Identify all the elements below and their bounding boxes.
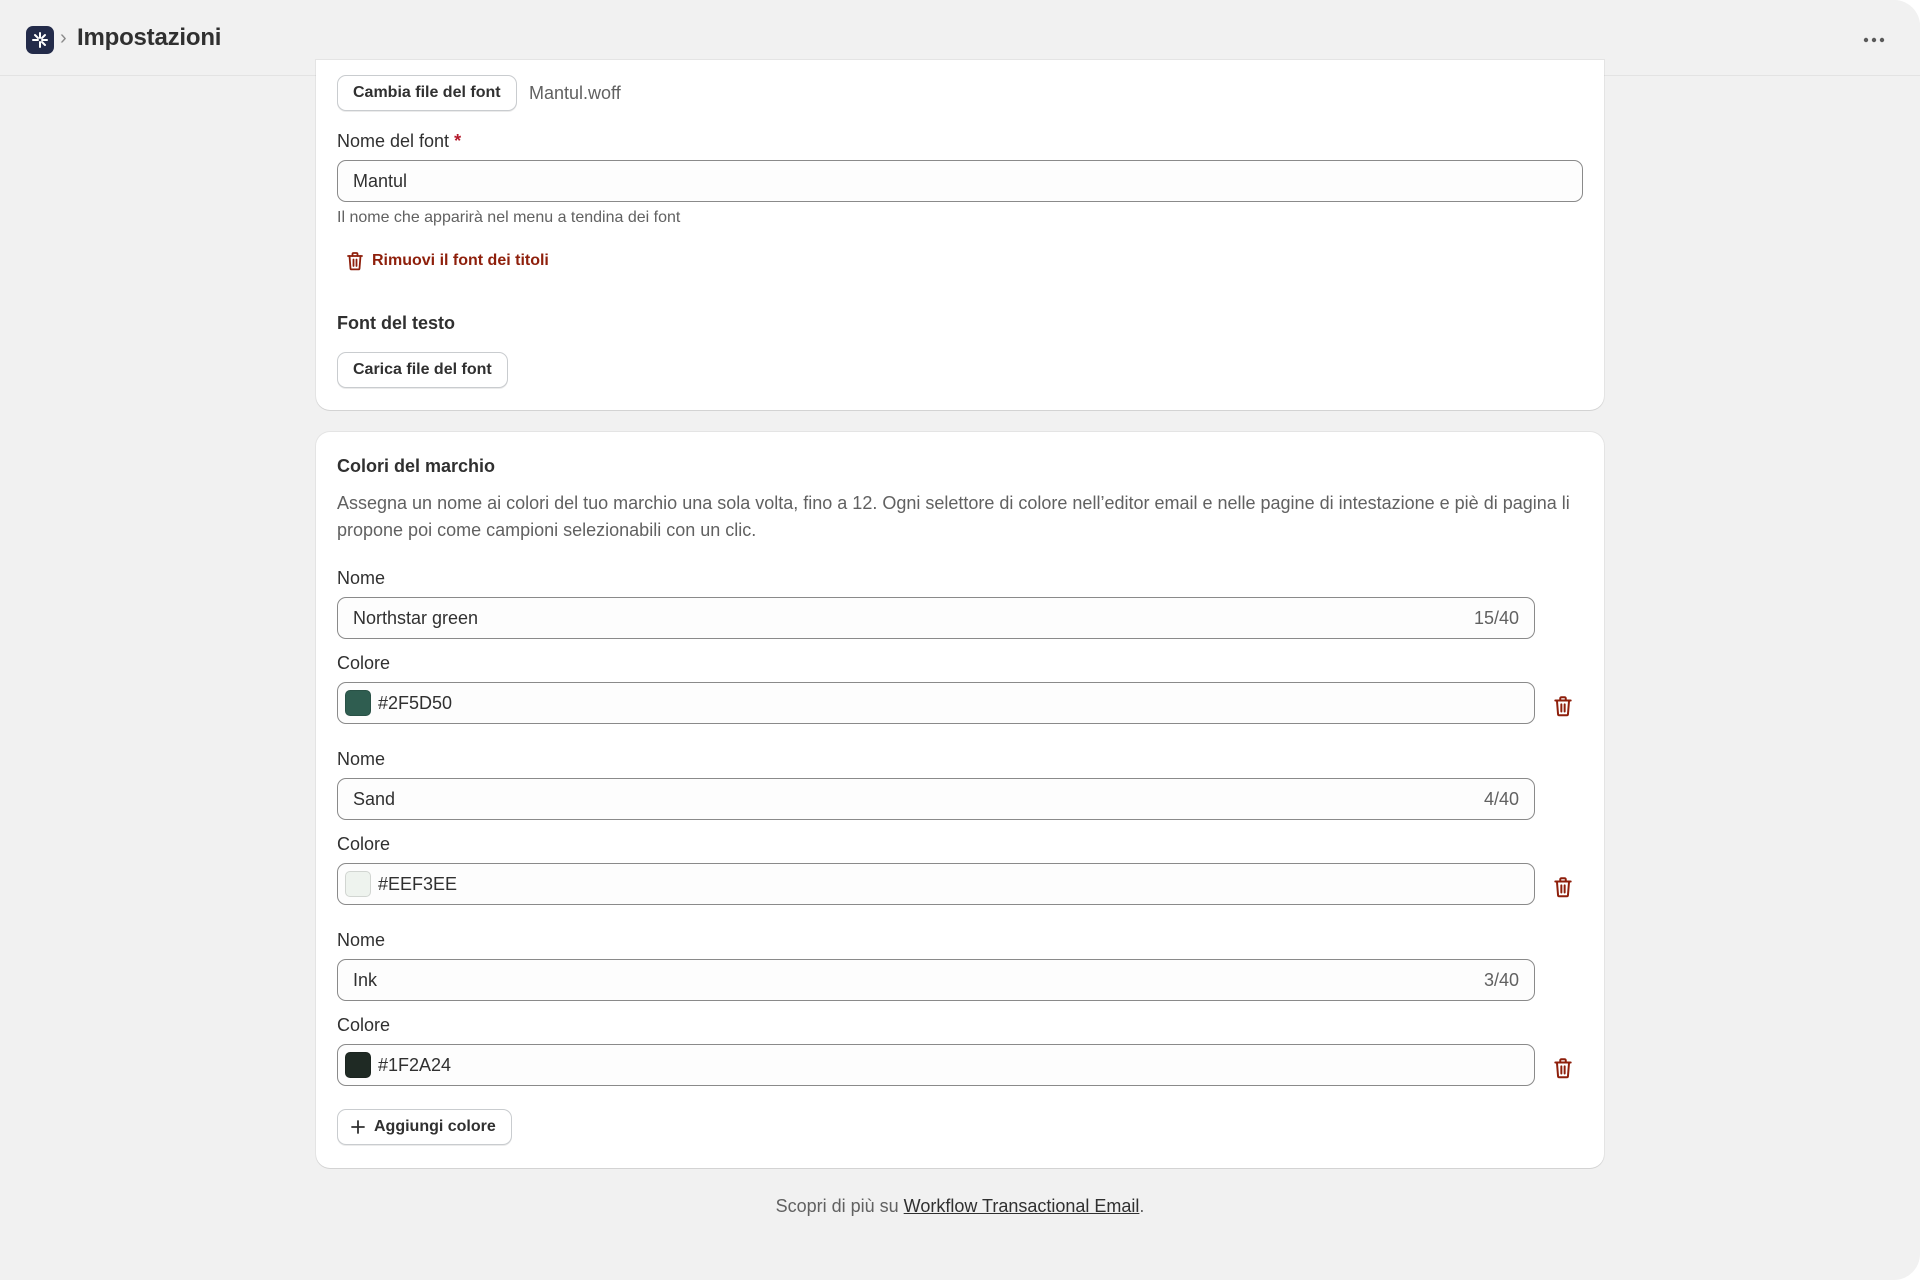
body-font-title: Font del testo	[337, 313, 455, 333]
font-name-field[interactable]: Mantul	[337, 160, 1583, 202]
color-hex-value: #2F5D50	[378, 692, 453, 713]
color-swatch[interactable]	[345, 871, 371, 897]
color-name-value: Northstar green	[353, 607, 479, 628]
add-color-button[interactable]: Aggiungi colore	[337, 1109, 512, 1145]
color-name-label: Nome	[337, 930, 386, 950]
change-font-file-button[interactable]: Cambia file del font	[337, 75, 517, 111]
color-name-label: Nome	[337, 749, 386, 769]
trash-icon	[1554, 1058, 1572, 1079]
remove-heading-font-label: Rimuovi il font dei titoli	[372, 252, 549, 269]
color-name-value: Ink	[353, 969, 378, 990]
fonts-card	[316, 60, 1604, 410]
character-counter: 4/40	[1483, 788, 1519, 809]
color-name-label: Nome	[337, 568, 386, 588]
more-actions-button[interactable]	[1858, 24, 1890, 56]
learn-more-link[interactable]: Workflow Transactional Email	[904, 1196, 1140, 1216]
delete-color-button[interactable]	[1548, 691, 1578, 721]
breadcrumb-chevron-icon: ›	[60, 27, 67, 49]
color-value-label: Colore	[337, 834, 391, 854]
trash-icon	[1554, 877, 1572, 898]
delete-color-button[interactable]	[1548, 872, 1578, 902]
character-counter: 3/40	[1483, 969, 1519, 990]
color-hex-value: #1F2A24	[378, 1054, 452, 1075]
color-name-value: Sand	[353, 788, 396, 809]
font-name-value: Mantul	[353, 170, 408, 191]
color-hex-value: #EEF3EE	[378, 873, 458, 894]
horizontal-dots-icon	[1863, 37, 1885, 43]
font-name-label: Nome del font *	[337, 131, 462, 151]
add-color-label: Aggiungi colore	[374, 1118, 496, 1135]
plus-icon	[351, 1120, 365, 1134]
color-value-label: Colore	[337, 1015, 391, 1035]
upload-font-file-button[interactable]: Carica file del font	[337, 352, 508, 388]
brand-colors-description: Assegna un nome ai colori del tuo marchi…	[337, 493, 1570, 540]
brand-colors-title: Colori del marchio	[337, 456, 496, 476]
remove-heading-font-button[interactable]: Rimuovi il font dei titoli	[346, 251, 549, 271]
color-name-field[interactable]: Northstar green 15/40	[337, 597, 1535, 639]
footer-learn-more: Scopri di più su Workflow Transactional …	[775, 1196, 1145, 1216]
trash-icon	[347, 252, 363, 271]
font-name-help-text: Il nome che apparirà nel menu a tendina …	[337, 209, 681, 226]
page-title: Impostazioni	[77, 24, 222, 51]
color-hex-field[interactable]: #EEF3EE	[337, 863, 1535, 905]
delete-color-button[interactable]	[1548, 1053, 1578, 1083]
color-name-field[interactable]: Sand 4/40	[337, 778, 1535, 820]
color-hex-field[interactable]: #2F5D50	[337, 682, 1535, 724]
required-mark: *	[454, 131, 462, 151]
app-window: › Impostazioni Cambia file del font Mant…	[0, 0, 1920, 1280]
color-swatch[interactable]	[345, 690, 371, 716]
character-counter: 15/40	[1473, 607, 1519, 628]
color-name-field[interactable]: Ink 3/40	[337, 959, 1535, 1001]
app-logo-icon[interactable]	[26, 26, 54, 54]
color-value-label: Colore	[337, 653, 391, 673]
color-hex-field[interactable]: #1F2A24	[337, 1044, 1535, 1086]
font-file-name: Mantul.woff	[529, 83, 621, 103]
color-swatch[interactable]	[345, 1052, 371, 1078]
trash-icon	[1554, 696, 1572, 717]
